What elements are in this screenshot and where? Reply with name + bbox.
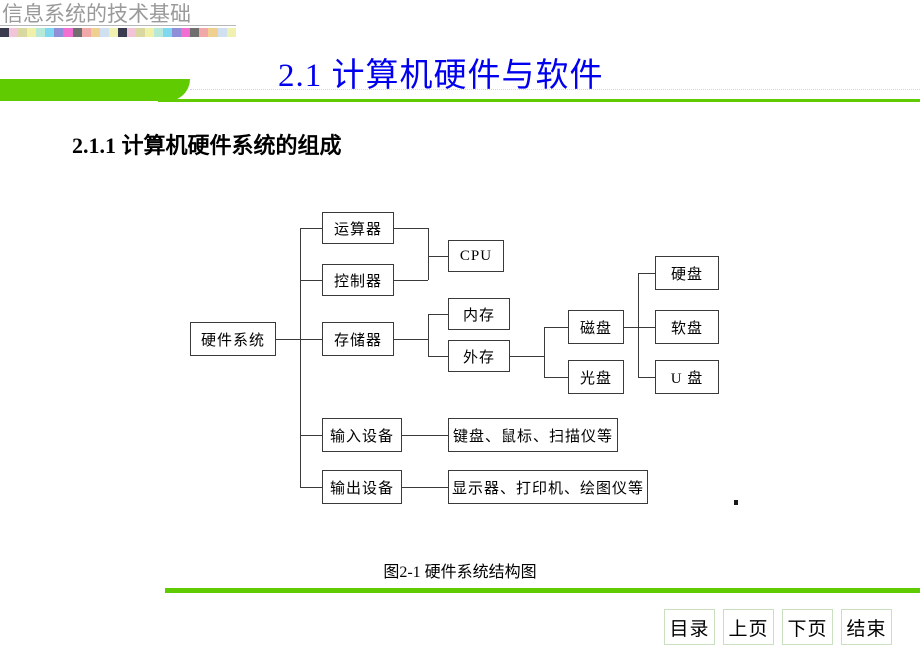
diagram-connector xyxy=(544,327,545,377)
diagram-node-rom: 外存 xyxy=(448,340,510,372)
nav-button-prev[interactable]: 上页 xyxy=(723,609,774,645)
diagram-node-ram: 内存 xyxy=(448,298,510,330)
color-strip-segment xyxy=(0,28,10,37)
diagram-node-input: 输入设备 xyxy=(322,418,402,452)
color-strip-segment xyxy=(181,28,191,37)
diagram-connector xyxy=(624,327,638,328)
diagram-connector xyxy=(544,377,568,378)
diagram-node-cpu: CPU xyxy=(448,240,504,272)
color-strip-segment xyxy=(45,28,55,37)
color-strip-segment xyxy=(99,28,109,37)
color-strip-segment xyxy=(199,28,209,37)
color-strip-segment xyxy=(145,28,155,37)
color-strip-segment xyxy=(54,28,64,37)
decorative-color-strip xyxy=(0,28,236,37)
diagram-connector xyxy=(402,435,448,436)
diagram-connector xyxy=(300,280,322,281)
diagram-node-optical: 光盘 xyxy=(568,360,624,394)
diagram-connector xyxy=(544,327,568,328)
nav-button-end[interactable]: 结束 xyxy=(841,609,892,645)
color-strip-segment xyxy=(108,28,118,37)
title-accent-swoosh-tail xyxy=(0,79,152,101)
diagram-connector xyxy=(510,356,544,357)
diagram-connector xyxy=(638,327,655,328)
color-strip-segment xyxy=(135,28,145,37)
diagram-node-usb: U 盘 xyxy=(655,360,719,394)
color-strip-segment xyxy=(172,28,182,37)
color-strip-segment xyxy=(18,28,28,37)
color-strip-segment xyxy=(217,28,227,37)
nav-button-next[interactable]: 下页 xyxy=(782,609,833,645)
color-strip-segment xyxy=(36,28,46,37)
diagram-connector xyxy=(394,339,428,340)
color-strip-segment xyxy=(81,28,91,37)
color-strip-segment xyxy=(72,28,82,37)
section-subtitle: 2.1.1 计算机硬件系统的组成 xyxy=(72,133,342,158)
diagram-node-hdd: 硬盘 xyxy=(655,256,719,290)
diagram-connector xyxy=(300,228,301,487)
nav-button-contents[interactable]: 目录 xyxy=(664,609,715,645)
figure-caption: 图2-1 硬件系统结构图 xyxy=(383,564,537,581)
diagram-node-output_d: 显示器、打印机、绘图仪等 xyxy=(448,470,648,504)
diagram-node-alu: 运算器 xyxy=(322,212,394,244)
page-title: 2.1 计算机硬件与软件 xyxy=(278,58,604,94)
color-strip-segment xyxy=(126,28,136,37)
diagram-node-cu: 控制器 xyxy=(322,264,394,296)
diagram-connector xyxy=(402,487,448,488)
diagram-connector xyxy=(428,314,448,315)
diagram-connector xyxy=(394,228,428,229)
diagram-connector xyxy=(428,314,429,356)
diagram-node-magnetic: 磁盘 xyxy=(568,310,624,344)
diagram-connector xyxy=(638,273,639,377)
stray-dot-mark xyxy=(734,500,738,505)
diagram-connector xyxy=(300,228,322,229)
title-accent-rule xyxy=(158,99,920,102)
color-strip-segment xyxy=(27,28,37,37)
slide-canvas: 信息系统的技术基础 2.1 计算机硬件与软件 2.1.1 计算机硬件系统的组成 … xyxy=(0,0,920,658)
diagram-node-root: 硬件系统 xyxy=(190,322,276,356)
color-strip-segment xyxy=(163,28,173,37)
course-header-label: 信息系统的技术基础 xyxy=(2,2,191,26)
diagram-connector xyxy=(300,339,322,340)
diagram-node-storage: 存储器 xyxy=(322,322,394,356)
slide-navigation-bar: 目录 上页 下页 结束 xyxy=(664,609,892,645)
color-strip-segment xyxy=(208,28,218,37)
diagram-connector xyxy=(638,273,655,274)
color-strip-segment xyxy=(90,28,100,37)
color-strip-segment xyxy=(63,28,73,37)
color-strip-segment xyxy=(117,28,127,37)
diagram-node-input_d: 键盘、鼠标、扫描仪等 xyxy=(448,418,618,452)
diagram-connector xyxy=(300,435,322,436)
diagram-connector xyxy=(428,256,448,257)
diagram-node-fdd: 软盘 xyxy=(655,310,719,344)
diagram-node-output: 输出设备 xyxy=(322,470,402,504)
diagram-connector xyxy=(428,356,448,357)
color-strip-segment xyxy=(154,28,164,37)
color-strip-segment xyxy=(190,28,200,37)
diagram-connector xyxy=(394,280,428,281)
diagram-connector xyxy=(276,339,300,340)
diagram-connector xyxy=(428,228,429,280)
diagram-connector xyxy=(638,377,655,378)
color-strip-segment xyxy=(9,28,19,37)
diagram-connector xyxy=(300,487,322,488)
color-strip-segment xyxy=(226,28,236,37)
footer-accent-rule xyxy=(165,588,920,593)
header-divider xyxy=(0,25,236,26)
